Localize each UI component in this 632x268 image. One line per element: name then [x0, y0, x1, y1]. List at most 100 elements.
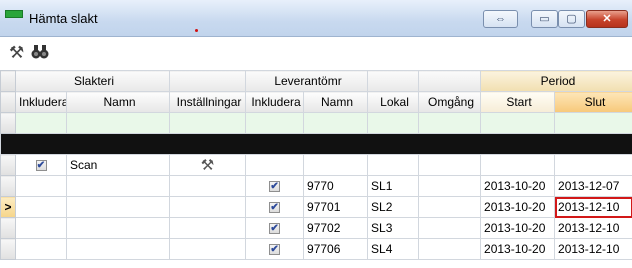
- table-row[interactable]: ✔ 97702 SL3 2013-10-20 2013-12-10: [0, 217, 632, 239]
- table-row[interactable]: > ✔ 97701 SL2 2013-10-20 2013-12-10: [0, 196, 632, 218]
- empty-cell[interactable]: [169, 175, 247, 197]
- empty-cell[interactable]: [367, 154, 420, 176]
- omgang-cell[interactable]: [418, 238, 482, 260]
- omgang-cell[interactable]: [418, 175, 482, 197]
- group-period: Period: [480, 70, 632, 92]
- empty-cell[interactable]: [15, 217, 67, 239]
- lokal-cell[interactable]: SL4: [367, 238, 420, 260]
- row-indicator: [0, 154, 16, 176]
- lev-namn-cell[interactable]: 97701: [303, 196, 369, 218]
- window-title: Hämta slakt: [29, 11, 98, 26]
- empty-cell[interactable]: [169, 217, 247, 239]
- slut-cell[interactable]: 2013-12-10: [554, 238, 632, 260]
- lev-inkludera-checkbox-cell[interactable]: ✔: [245, 196, 305, 218]
- restore-arrows-button[interactable]: ⇔: [483, 10, 518, 28]
- lev-inkludera-checkbox[interactable]: ✔: [269, 244, 281, 256]
- lokal-cell[interactable]: SL2: [367, 196, 420, 218]
- col-header-namn[interactable]: Namn: [65, 91, 171, 113]
- filter-cell[interactable]: [245, 112, 305, 134]
- group-header-row: Slakteri Leverantömr Period: [0, 70, 632, 92]
- row-indicator: [0, 217, 16, 239]
- filter-row[interactable]: [0, 112, 632, 134]
- filter-cell[interactable]: [367, 112, 420, 134]
- empty-cell[interactable]: [15, 238, 67, 260]
- lev-inkludera-checkbox[interactable]: ✔: [269, 223, 281, 235]
- start-cell[interactable]: 2013-10-20: [480, 196, 556, 218]
- omgang-cell[interactable]: [418, 217, 482, 239]
- toolbar: ⚒: [0, 37, 632, 70]
- inkludera-checkbox-cell[interactable]: ✔: [15, 154, 67, 176]
- table-row[interactable]: ✔ 97706 SL4 2013-10-20 2013-12-10: [0, 238, 632, 260]
- col-header-start[interactable]: Start: [480, 91, 556, 113]
- window-title-bar: Hämta slakt ⇔ ▭ ▢ ✕: [0, 0, 632, 37]
- app-icon: [5, 10, 23, 18]
- start-cell[interactable]: 2013-10-20: [480, 175, 556, 197]
- filter-cell[interactable]: [303, 112, 369, 134]
- empty-cell[interactable]: [65, 217, 171, 239]
- group-empty: [418, 70, 482, 92]
- empty-cell[interactable]: [303, 154, 369, 176]
- lev-inkludera-checkbox-cell[interactable]: ✔: [245, 217, 305, 239]
- inkludera-checkbox[interactable]: ✔: [35, 160, 47, 172]
- data-grid: Slakteri Leverantömr Period Inkludera Na…: [0, 70, 632, 260]
- col-header-inkludera[interactable]: Inkludera: [15, 91, 67, 113]
- slut-cell[interactable]: 2013-12-07: [554, 175, 632, 197]
- group-empty: [169, 70, 247, 92]
- settings-tools-icon[interactable]: ⚒: [201, 157, 214, 174]
- lev-namn-cell[interactable]: 97702: [303, 217, 369, 239]
- empty-cell[interactable]: [169, 196, 247, 218]
- close-button[interactable]: ✕: [586, 10, 628, 28]
- empty-cell[interactable]: [15, 196, 67, 218]
- lev-inkludera-checkbox-cell[interactable]: ✔: [245, 175, 305, 197]
- separator-row: [0, 133, 632, 155]
- col-header-lev-inkludera[interactable]: Inkludera: [245, 91, 305, 113]
- empty-cell[interactable]: [65, 196, 171, 218]
- empty-cell[interactable]: [65, 175, 171, 197]
- empty-cell[interactable]: [169, 238, 247, 260]
- start-cell[interactable]: 2013-10-20: [480, 238, 556, 260]
- binoculars-icon[interactable]: [30, 43, 50, 66]
- lev-namn-cell[interactable]: 97706: [303, 238, 369, 260]
- group-empty: [367, 70, 420, 92]
- row-indicator-header: [0, 70, 16, 92]
- col-header-lev-namn[interactable]: Namn: [303, 91, 369, 113]
- parent-row[interactable]: ✔ Scan ⚒: [0, 154, 632, 176]
- row-indicator-header: [0, 91, 16, 113]
- filter-cell[interactable]: [169, 112, 247, 134]
- col-header-installningar[interactable]: Inställningar: [169, 91, 247, 113]
- row-indicator: [0, 112, 16, 134]
- group-leverantor: Leverantömr: [245, 70, 369, 92]
- omgang-cell[interactable]: [418, 196, 482, 218]
- row-indicator: >: [0, 196, 16, 218]
- empty-cell[interactable]: [554, 154, 632, 176]
- filter-cell[interactable]: [418, 112, 482, 134]
- empty-cell[interactable]: [15, 175, 67, 197]
- lev-namn-cell[interactable]: 9770: [303, 175, 369, 197]
- filter-cell[interactable]: [15, 112, 67, 134]
- lev-inkludera-checkbox[interactable]: ✔: [269, 181, 281, 193]
- filter-cell[interactable]: [65, 112, 171, 134]
- installningar-cell[interactable]: ⚒: [169, 154, 247, 176]
- lokal-cell[interactable]: SL3: [367, 217, 420, 239]
- filter-cell[interactable]: [554, 112, 632, 134]
- filter-cell[interactable]: [480, 112, 556, 134]
- empty-cell[interactable]: [480, 154, 556, 176]
- empty-cell[interactable]: [245, 154, 305, 176]
- slut-cell[interactable]: 2013-12-10: [554, 196, 632, 218]
- slakteri-namn-cell[interactable]: Scan: [65, 154, 171, 176]
- col-header-slut[interactable]: Slut: [554, 91, 632, 113]
- lev-inkludera-checkbox[interactable]: ✔: [269, 202, 281, 214]
- col-header-omgang[interactable]: Omgång: [418, 91, 482, 113]
- slut-cell[interactable]: 2013-12-10: [554, 217, 632, 239]
- empty-cell[interactable]: [65, 238, 171, 260]
- start-cell[interactable]: 2013-10-20: [480, 217, 556, 239]
- lev-inkludera-checkbox-cell[interactable]: ✔: [245, 238, 305, 260]
- col-header-lokal[interactable]: Lokal: [367, 91, 420, 113]
- table-row[interactable]: ✔ 9770 SL1 2013-10-20 2013-12-07: [0, 175, 632, 197]
- lokal-cell[interactable]: SL1: [367, 175, 420, 197]
- minimize-button[interactable]: ▭: [531, 10, 558, 28]
- empty-cell[interactable]: [418, 154, 482, 176]
- column-header-row: Inkludera Namn Inställningar Inkludera N…: [0, 91, 632, 113]
- maximize-button[interactable]: ▢: [558, 10, 585, 28]
- tools-icon[interactable]: ⚒: [9, 43, 24, 63]
